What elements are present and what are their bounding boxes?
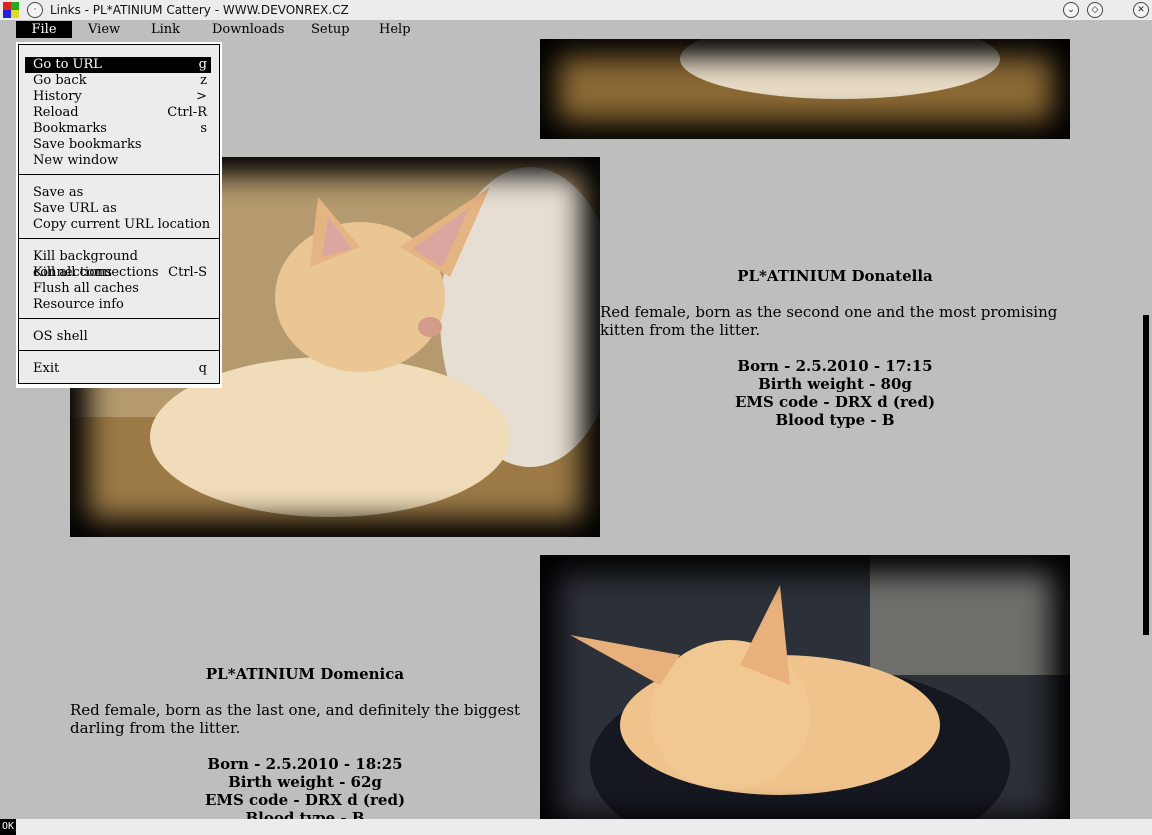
menu-item-bookmarks[interactable]: Bookmarks s	[25, 121, 211, 137]
close-icon[interactable]: ✕	[1133, 2, 1149, 18]
links-app-icon	[3, 2, 19, 18]
kitten-weight: Birth weight - 62g	[228, 773, 382, 791]
kitten-blood: Blood type - B	[775, 411, 895, 429]
vertical-scrollbar[interactable]	[1140, 39, 1152, 819]
menu-item-reload[interactable]: Reload Ctrl-R	[25, 105, 211, 121]
menu-item-shortcut: q	[198, 361, 207, 376]
menu-separator	[19, 318, 219, 319]
kitten-description: Red female, born as the last one, and de…	[70, 701, 521, 737]
status-indicator: OK	[0, 819, 16, 835]
menu-item-label: Exit	[33, 361, 60, 376]
menu-item-kill-all-connections[interactable]: Kill all connections Ctrl-S	[25, 265, 211, 281]
menu-item-save-as[interactable]: Save as	[25, 185, 211, 201]
maximize-icon[interactable]: ◇	[1087, 2, 1103, 18]
menu-item-label: Resource info	[33, 297, 124, 312]
kitten-blood: Blood type - B	[245, 809, 365, 819]
menu-item-shortcut: >	[196, 89, 207, 104]
menu-separator	[19, 350, 219, 351]
menu-item-shortcut: z	[200, 73, 207, 88]
menu-item-label: Go back	[33, 73, 87, 88]
menu-item-label: Save URL as	[33, 201, 117, 216]
menu-item-label: Bookmarks	[33, 121, 107, 136]
menu-item-label: Go to URL	[33, 57, 102, 72]
kitten-info-donatella: PL*ATINIUM Donatella Red female, born as…	[600, 267, 1070, 429]
kitten-description: Red female, born as the second one and t…	[600, 303, 1058, 339]
menu-item-shortcut: s	[200, 121, 207, 136]
menu-item-shortcut: Ctrl-R	[167, 105, 207, 120]
menu-item-label: Reload	[33, 105, 79, 120]
menu-item-copy-url-location[interactable]: Copy current URL location	[25, 217, 211, 233]
kitten-name: PL*ATINIUM Domenica	[205, 665, 405, 683]
menu-item-flush-caches[interactable]: Flush all caches	[25, 281, 211, 297]
kitten-info-domenica: PL*ATINIUM Domenica Red female, born as …	[70, 665, 540, 819]
minimize-icon[interactable]: ⌄	[1063, 2, 1079, 18]
kitten-ems: EMS code - DRX d (red)	[204, 791, 406, 809]
status-bar: OK	[0, 819, 1152, 835]
kitten-born: Born - 2.5.2010 - 17:15	[737, 357, 933, 375]
menu-item-shortcut: Ctrl-S	[168, 265, 207, 280]
menu-item-shortcut: g	[198, 57, 207, 72]
title-bar: · Links - PL*ATINIUM Cattery - WWW.DEVON…	[0, 0, 1152, 21]
menu-help[interactable]: Help	[379, 21, 411, 38]
menu-item-new-window[interactable]: New window	[25, 153, 211, 169]
menu-item-go-back[interactable]: Go back z	[25, 73, 211, 89]
menu-item-exit[interactable]: Exit q	[25, 361, 211, 377]
menu-separator	[19, 174, 219, 175]
kitten-ems: EMS code - DRX d (red)	[734, 393, 936, 411]
menu-item-resource-info[interactable]: Resource info	[25, 297, 211, 313]
menu-link[interactable]: Link	[151, 21, 180, 38]
menu-item-label: History	[33, 89, 82, 104]
window-menu-icon[interactable]: ·	[27, 2, 43, 18]
menu-item-label: New window	[33, 153, 119, 168]
menu-file[interactable]: File	[16, 21, 72, 38]
kitten-name: PL*ATINIUM Donatella	[737, 267, 933, 285]
kitten-weight: Birth weight - 80g	[758, 375, 912, 393]
menu-item-label: Save as	[33, 185, 84, 200]
window-title: Links - PL*ATINIUM Cattery - WWW.DEVONRE…	[50, 3, 349, 17]
menu-setup[interactable]: Setup	[311, 21, 350, 38]
menu-item-label: Flush all caches	[33, 281, 139, 296]
menu-item-label: Save bookmarks	[33, 137, 142, 152]
menu-item-kill-background-connections[interactable]: Kill background connections	[25, 249, 211, 280]
menu-item-go-to-url[interactable]: Go to URL g	[25, 57, 211, 73]
menu-item-save-url-as[interactable]: Save URL as	[25, 201, 211, 217]
menu-item-label: OS shell	[33, 329, 88, 344]
menu-bar: File View Link Downloads Setup Help	[0, 20, 1152, 39]
scrollbar-thumb[interactable]	[1143, 315, 1149, 635]
menu-view[interactable]: View	[88, 21, 120, 38]
menu-separator	[19, 238, 219, 239]
menu-item-save-bookmarks[interactable]: Save bookmarks	[25, 137, 211, 153]
menu-downloads[interactable]: Downloads	[212, 21, 284, 38]
menu-item-label: Copy current URL location	[33, 217, 211, 232]
kitten-photo-previous	[540, 39, 1070, 139]
menu-item-os-shell[interactable]: OS shell	[25, 329, 211, 345]
kitten-born: Born - 2.5.2010 - 18:25	[207, 755, 403, 773]
kitten-photo-domenica	[540, 555, 1070, 819]
menu-item-label: Kill all connections	[33, 265, 159, 280]
menu-item-history[interactable]: History >	[25, 89, 211, 105]
file-menu-dropdown: Go to URL g Go back z History > Reload Ctrl-R Bo…	[16, 42, 222, 388]
